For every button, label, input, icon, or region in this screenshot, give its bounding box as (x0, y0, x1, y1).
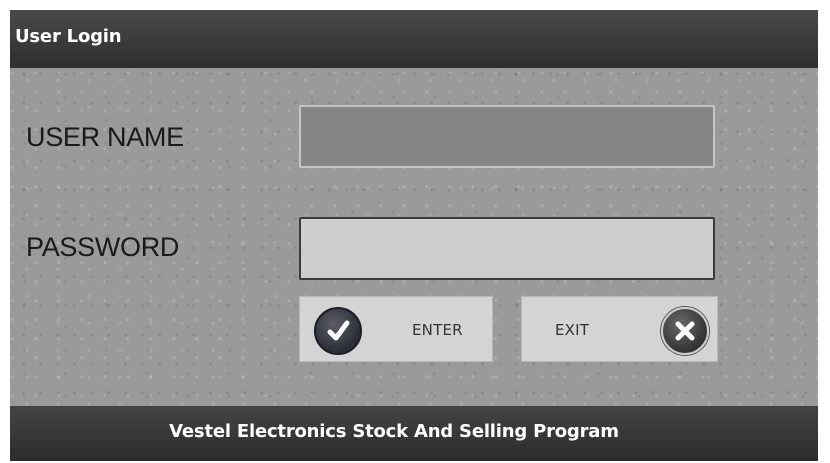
enter-button[interactable]: ENTER (299, 296, 493, 362)
program-title: Vestel Electronics Stock And Selling Pro… (169, 421, 619, 442)
status-bar: Vestel Electronics Stock And Selling Pro… (10, 406, 818, 461)
username-label: USER NAME (26, 122, 184, 152)
exit-button-label: EXIT (555, 321, 590, 339)
enter-button-label: ENTER (412, 321, 463, 339)
check-icon (314, 307, 362, 355)
window-title: User Login (15, 25, 122, 47)
title-bar: User Login (10, 10, 818, 68)
close-icon (661, 307, 709, 355)
username-input[interactable] (299, 105, 715, 168)
password-label: PASSWORD (26, 232, 180, 262)
exit-button[interactable]: EXIT (521, 296, 718, 362)
password-input[interactable] (299, 217, 715, 280)
login-window: User Login USER NAME PASSWORD ENTER EXIT… (10, 10, 818, 461)
